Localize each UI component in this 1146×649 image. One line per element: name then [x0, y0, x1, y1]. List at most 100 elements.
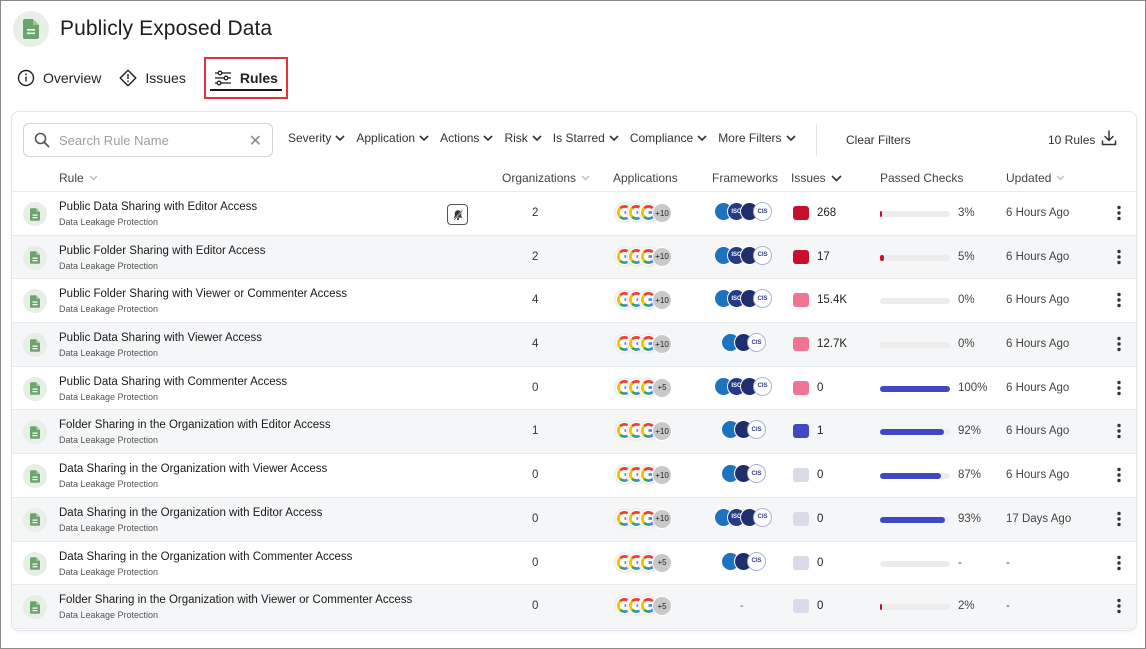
- issues-count[interactable]: 15.4K: [817, 294, 847, 306]
- column-header-issues[interactable]: Issues: [791, 171, 842, 185]
- framework-logo-icon: CIS: [753, 202, 772, 221]
- updated-time: 6 Hours Ago: [1006, 207, 1070, 219]
- filter-dropdown[interactable]: Compliance: [630, 131, 707, 145]
- table-row[interactable]: Data Sharing in the Organization with Ed…: [12, 497, 1136, 542]
- passed-checks-bar: [880, 342, 950, 349]
- chevron-down-icon: [697, 134, 707, 141]
- chevron-down-icon: [419, 134, 429, 141]
- table-row[interactable]: Data Sharing in the Organization with Vi…: [12, 454, 1136, 498]
- clear-search-icon[interactable]: ✕: [249, 131, 262, 151]
- tab-label: Rules: [239, 70, 278, 86]
- issues-count[interactable]: 0: [817, 600, 823, 612]
- passed-checks-value: 92%: [958, 425, 982, 438]
- more-options-icon[interactable]: [1117, 598, 1121, 619]
- filter-dropdown[interactable]: Severity: [288, 131, 345, 145]
- table-row[interactable]: Public Data Sharing with Viewer Access Da…: [12, 323, 1136, 367]
- rule-name[interactable]: Folder Sharing in the Organization with …: [59, 419, 331, 431]
- issues-count[interactable]: 0: [817, 513, 823, 525]
- issues-count[interactable]: 0: [817, 557, 823, 569]
- filter-label: Severity: [288, 131, 332, 145]
- frameworks-empty: -: [740, 600, 744, 613]
- page-title: Publicly Exposed Data: [60, 17, 273, 40]
- column-label: Updated: [1006, 171, 1052, 185]
- more-options-icon[interactable]: [1117, 555, 1121, 576]
- severity-indicator: [793, 380, 809, 395]
- column-header-organizations[interactable]: Organizations: [502, 171, 590, 185]
- search-input[interactable]: [59, 132, 239, 148]
- issues-count[interactable]: 0: [817, 382, 823, 394]
- tab-overview[interactable]: Overview: [17, 59, 101, 97]
- search-box[interactable]: ✕: [23, 123, 273, 157]
- column-header-applications: Applications: [613, 171, 678, 185]
- severity-indicator: [793, 293, 809, 308]
- passed-checks-fill: [880, 385, 950, 392]
- more-apps-badge: +5: [652, 552, 672, 573]
- severity-indicator: [793, 424, 809, 439]
- framework-logo-icon: CIS: [753, 289, 772, 309]
- table-row[interactable]: Public Data Sharing with Editor Access Da…: [12, 192, 1136, 236]
- table-row[interactable]: Folder Sharing in the Organization with …: [12, 410, 1136, 455]
- tab-bar: Overview Issues Rules: [17, 57, 306, 99]
- rule-name[interactable]: Public Folder Sharing with Editor Access: [59, 245, 265, 257]
- tab-rules[interactable]: Rules: [203, 57, 288, 99]
- filter-dropdown[interactable]: More Filters: [718, 131, 796, 145]
- updated-time: 6 Hours Ago: [1006, 381, 1070, 394]
- column-header-updated[interactable]: Updated: [1006, 171, 1065, 185]
- filter-dropdown[interactable]: Is Starred: [553, 131, 619, 145]
- filter-dropdown[interactable]: Actions: [440, 131, 494, 145]
- rule-name[interactable]: Public Data Sharing with Viewer Access: [59, 332, 262, 344]
- more-options-icon[interactable]: [1117, 467, 1121, 488]
- clear-filters-button[interactable]: Clear Filters: [846, 133, 911, 147]
- issues-count[interactable]: 0: [817, 469, 823, 481]
- info-icon: [17, 69, 35, 87]
- filter-dropdown[interactable]: Application: [356, 131, 429, 145]
- rule-count: 10 Rules: [1048, 133, 1096, 147]
- rule-name[interactable]: Public Data Sharing with Commenter Acces…: [59, 376, 287, 388]
- passed-checks-value: 3%: [958, 207, 975, 219]
- rule-name[interactable]: Folder Sharing in the Organization with …: [59, 594, 412, 606]
- more-options-icon[interactable]: [1117, 292, 1121, 313]
- more-options-icon[interactable]: [1117, 511, 1121, 532]
- more-apps-badge: +5: [652, 377, 672, 398]
- passed-checks-value: 100%: [958, 381, 988, 394]
- table-row[interactable]: Public Data Sharing with Commenter Acces…: [12, 367, 1136, 411]
- updated-time: 6 Hours Ago: [1006, 425, 1070, 438]
- download-icon[interactable]: [1100, 129, 1118, 152]
- column-header-rule[interactable]: Rule: [59, 171, 98, 185]
- more-apps-badge: +10: [652, 246, 672, 267]
- rule-name[interactable]: Data Sharing in the Organization with Vi…: [59, 463, 327, 475]
- more-options-icon[interactable]: [1117, 205, 1121, 226]
- bell-icon: [452, 209, 463, 221]
- issues-count[interactable]: 268: [817, 207, 836, 219]
- table-row[interactable]: Folder Sharing in the Organization with …: [12, 585, 1136, 629]
- tab-issues[interactable]: Issues: [119, 59, 186, 97]
- more-options-icon[interactable]: [1117, 249, 1121, 270]
- tab-label: Issues: [145, 70, 186, 86]
- more-options-icon[interactable]: [1117, 380, 1121, 401]
- rule-name[interactable]: Public Data Sharing with Editor Access: [59, 201, 257, 213]
- organizations-count: 2: [532, 207, 539, 219]
- organizations-count: 0: [532, 469, 539, 482]
- filter-label: Is Starred: [552, 131, 605, 145]
- more-apps-badge: +10: [652, 508, 672, 529]
- passed-checks-bar: [880, 211, 950, 217]
- rule-name[interactable]: Public Folder Sharing with Viewer or Com…: [59, 288, 347, 300]
- filter-dropdown[interactable]: Risk: [504, 131, 542, 145]
- more-options-icon[interactable]: [1117, 423, 1121, 444]
- updated-time: 17 Days Ago: [1006, 512, 1072, 525]
- table-row[interactable]: Data Sharing in the Organization with Co…: [12, 542, 1136, 586]
- rule-name[interactable]: Data Sharing in the Organization with Co…: [59, 551, 352, 563]
- issues-count[interactable]: 12.7K: [817, 338, 847, 350]
- table-row[interactable]: Public Folder Sharing with Editor Access…: [12, 235, 1136, 280]
- column-header-frameworks: Frameworks: [712, 171, 779, 185]
- issues-count[interactable]: 1: [817, 425, 823, 437]
- organizations-count: 0: [532, 556, 539, 569]
- severity-indicator: [793, 468, 809, 483]
- notification-button[interactable]: [447, 204, 468, 225]
- chevron-down-icon: [785, 134, 796, 141]
- rule-name[interactable]: Data Sharing in the Organization with Ed…: [59, 507, 322, 519]
- table-row[interactable]: Public Folder Sharing with Viewer or Com…: [12, 279, 1136, 324]
- organizations-count: 1: [532, 425, 539, 438]
- issues-count[interactable]: 17: [817, 251, 830, 263]
- more-options-icon[interactable]: [1117, 336, 1121, 357]
